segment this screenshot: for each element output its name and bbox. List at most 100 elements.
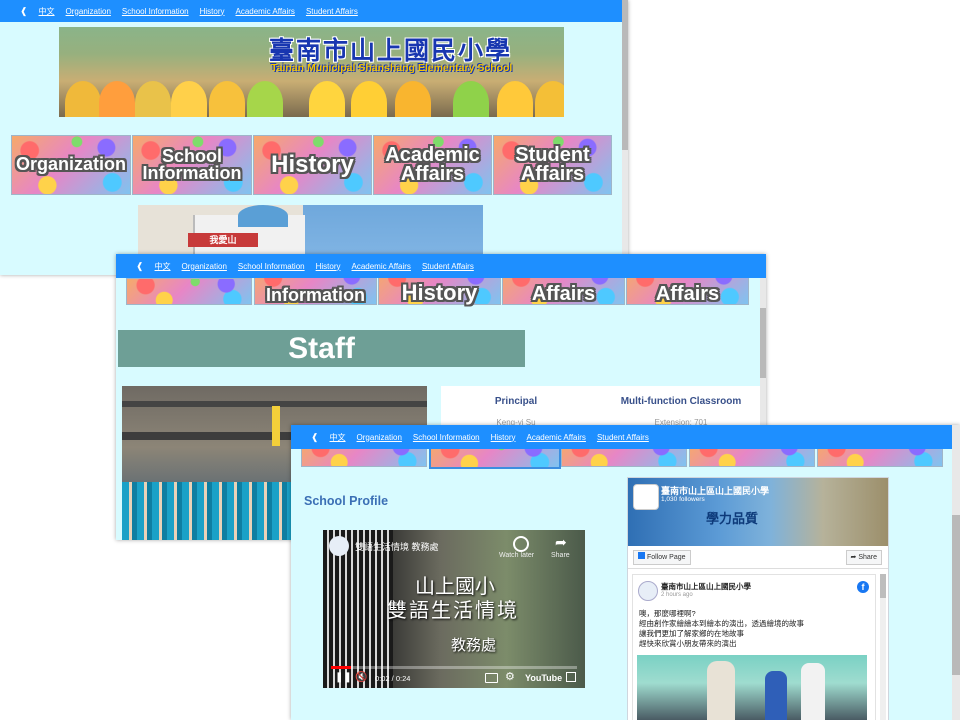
fb-post-line: 讓我們更加了解家鄉的在地故事 bbox=[639, 629, 744, 638]
nav-history[interactable]: History bbox=[491, 433, 516, 442]
fb-post-time[interactable]: 2 hours ago bbox=[661, 592, 693, 598]
facebook-page-plugin: 臺南市山上區山上國民小學 1,030 followers 學力品質 Follow… bbox=[627, 477, 889, 720]
tile-label: Affairs bbox=[655, 283, 720, 305]
fb-post-author[interactable]: 臺南市山上區山上國民小學 bbox=[661, 581, 751, 592]
top-nav: ❰ 中文 Organization School Information His… bbox=[291, 425, 960, 449]
fb-post-avatar[interactable] bbox=[638, 581, 658, 601]
video-progress-bar[interactable] bbox=[331, 666, 577, 669]
staff-heading: Staff bbox=[118, 330, 525, 367]
nav-organization[interactable]: Organization bbox=[357, 433, 402, 442]
mascot-figure bbox=[453, 81, 489, 117]
fb-post-text: 噢，那麼哪裡啊? 經由創作家繪繪本到繪本的演出，透過繪境的故事 讓我們更加了解家… bbox=[639, 609, 804, 649]
staff-title: Multi-function Classroom bbox=[620, 396, 742, 407]
youtube-logo[interactable]: YouTube bbox=[525, 673, 562, 683]
mascot-figure bbox=[135, 81, 171, 117]
video-caption-2: 雙語生活情境 bbox=[387, 600, 519, 622]
fb-post-photo[interactable] bbox=[637, 655, 867, 720]
nav-organization[interactable]: Organization bbox=[66, 7, 111, 16]
fb-post-line: 噢，那麼哪裡啊? bbox=[639, 609, 696, 618]
fb-post: 臺南市山上區山上國民小學 2 hours ago f 噢，那麼哪裡啊? 經由創作… bbox=[632, 574, 876, 720]
mascot-figure bbox=[247, 81, 283, 117]
nav-organization[interactable]: Organization bbox=[182, 262, 227, 271]
video-title: 雙語生活情境 教務處 bbox=[355, 542, 439, 552]
fb-follow-label: Follow Page bbox=[647, 554, 686, 561]
youtube-video-player[interactable]: 雙語生活情境 教務處 Watch later ➦ Share 山上國小 雙語生活… bbox=[323, 530, 585, 688]
mascot-figure bbox=[351, 81, 387, 117]
nav-student-affairs[interactable]: Student Affairs bbox=[422, 262, 474, 271]
tile-label: Affairs bbox=[400, 163, 465, 185]
mascot-figure bbox=[309, 81, 345, 117]
fb-post-line: 經由創作家繪繪本到繪本的演出，透過繪境的故事 bbox=[639, 619, 804, 628]
tile-organization[interactable] bbox=[126, 278, 252, 305]
banner-title-english: Tainan Municipal Shanshang Elementary Sc… bbox=[271, 62, 513, 74]
tile-student-affairs[interactable]: Student Affairs bbox=[493, 135, 612, 195]
nav-academic-affairs[interactable]: Academic Affairs bbox=[527, 433, 586, 442]
watch-later-icon[interactable] bbox=[513, 536, 529, 552]
fb-post-line: 趕快來欣賞小朋友帶來的演出 bbox=[639, 639, 737, 648]
mascot-figure bbox=[535, 81, 564, 117]
window-profile: ❰ 中文 Organization School Information His… bbox=[291, 425, 960, 720]
nav-history[interactable]: History bbox=[316, 262, 341, 271]
share-label: Share bbox=[551, 552, 570, 559]
nav-student-affairs[interactable]: Student Affairs bbox=[306, 7, 358, 16]
tile-label: Information bbox=[266, 284, 365, 305]
scrollbar[interactable] bbox=[952, 425, 960, 720]
photo-sign: 我愛山 bbox=[188, 233, 258, 247]
tile-label: History bbox=[271, 150, 354, 178]
nav-school-information[interactable]: School Information bbox=[238, 262, 305, 271]
mascot-figure bbox=[497, 81, 533, 117]
fb-scrollbar[interactable] bbox=[880, 574, 886, 720]
tile-organization[interactable]: Organization bbox=[11, 135, 131, 195]
watch-later-label: Watch later bbox=[499, 552, 535, 559]
mascot-figure bbox=[171, 81, 207, 117]
mascot-figure bbox=[65, 81, 101, 117]
school-banner: 臺南市山上國民小學 Tainan Municipal Shanshang Ele… bbox=[59, 27, 564, 117]
home-icon[interactable]: ❰ bbox=[20, 6, 28, 17]
scrollbar[interactable] bbox=[622, 0, 628, 275]
staff-title: Principal bbox=[494, 396, 538, 407]
tile-history[interactable]: History bbox=[253, 135, 372, 195]
mute-icon[interactable]: 🔇 bbox=[355, 672, 367, 683]
tile-label: Organization bbox=[15, 154, 126, 175]
video-time: 0:02 / 0:24 bbox=[375, 674, 411, 683]
fb-followers: 1,030 followers bbox=[661, 496, 705, 503]
mascot-figure bbox=[209, 81, 245, 117]
captions-icon[interactable] bbox=[485, 673, 498, 683]
tile-label: Affairs bbox=[531, 283, 596, 305]
mascot-figure bbox=[99, 81, 135, 117]
fb-share-button[interactable]: ➦ Share bbox=[845, 550, 882, 565]
window-home: ❰ 中文 Organization School Information His… bbox=[0, 0, 628, 275]
play-pause-icon[interactable]: ❚❚ bbox=[335, 672, 352, 683]
home-icon[interactable]: ❰ bbox=[311, 432, 319, 443]
school-profile-heading: School Profile bbox=[304, 494, 389, 508]
tile-label: Information bbox=[142, 163, 242, 183]
settings-icon[interactable]: ⚙ bbox=[505, 670, 515, 683]
mascot-figure bbox=[395, 81, 431, 117]
nav-school-information[interactable]: School Information bbox=[413, 433, 480, 442]
nav-chinese[interactable]: 中文 bbox=[39, 6, 55, 17]
fullscreen-icon[interactable] bbox=[566, 672, 576, 682]
nav-academic-affairs[interactable]: Academic Affairs bbox=[236, 7, 295, 16]
nav-chinese[interactable]: 中文 bbox=[155, 261, 171, 272]
tile-academic-affairs[interactable]: Academic Affairs bbox=[373, 135, 492, 195]
top-nav-overlay: ❰ 中文 Organization School Information His… bbox=[116, 254, 766, 278]
channel-avatar bbox=[329, 536, 349, 556]
nav-student-affairs[interactable]: Student Affairs bbox=[597, 433, 649, 442]
nav-history[interactable]: History bbox=[200, 7, 225, 16]
tile-label: Affairs bbox=[520, 163, 585, 185]
tile-school-information[interactable]: School Information bbox=[132, 135, 252, 195]
tile-label: History bbox=[401, 280, 478, 306]
nav-school-information[interactable]: School Information bbox=[122, 7, 189, 16]
fb-logo-icon bbox=[638, 552, 645, 559]
share-icon[interactable]: ➦ bbox=[555, 534, 567, 551]
nav-chinese[interactable]: 中文 bbox=[330, 432, 346, 443]
fb-page-avatar[interactable] bbox=[633, 484, 659, 510]
nav-academic-affairs[interactable]: Academic Affairs bbox=[352, 262, 411, 271]
top-nav: ❰ 中文 Organization School Information His… bbox=[0, 0, 628, 22]
video-caption-3: 教務處 bbox=[451, 637, 497, 654]
fb-follow-button[interactable]: Follow Page bbox=[633, 550, 691, 565]
facebook-icon[interactable]: f bbox=[857, 581, 869, 593]
fb-cover-text: 學力品質 bbox=[706, 511, 759, 526]
home-icon[interactable]: ❰ bbox=[136, 261, 144, 272]
fb-cover[interactable]: 臺南市山上區山上國民小學 1,030 followers 學力品質 bbox=[628, 478, 888, 546]
